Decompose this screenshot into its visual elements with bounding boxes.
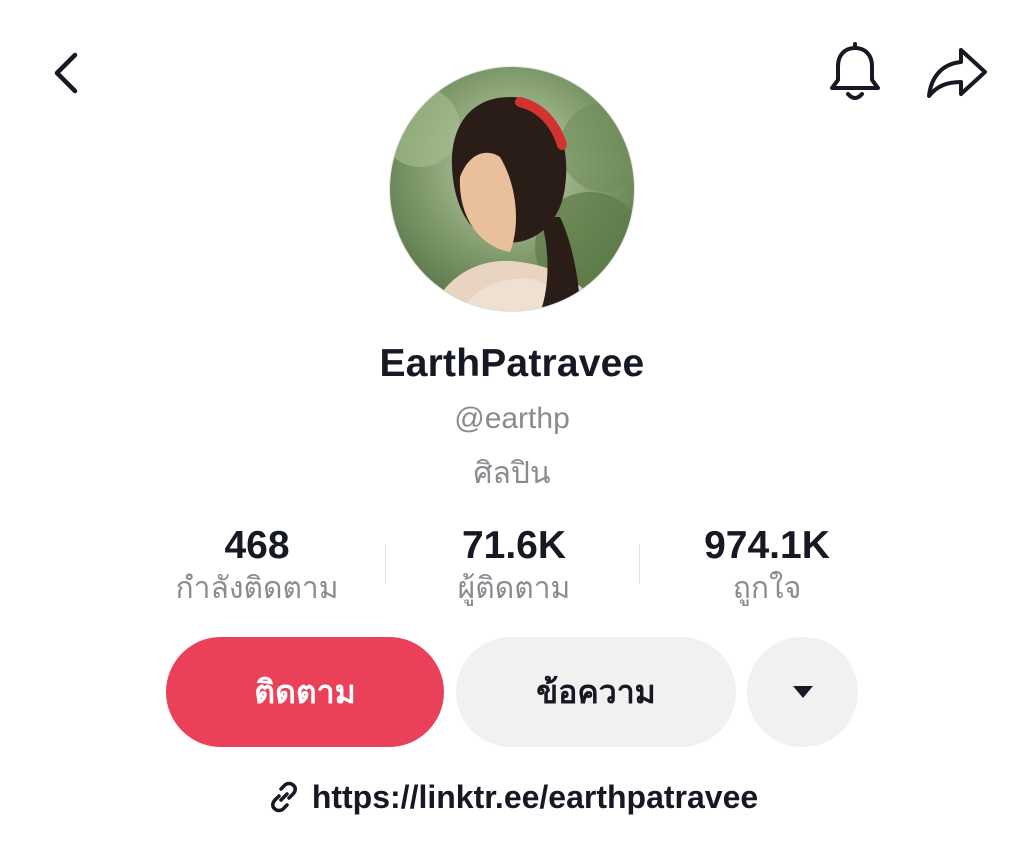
- link-icon: [270, 781, 297, 813]
- likes-count: 974.1K: [704, 524, 830, 567]
- avatar-photo: [390, 67, 634, 311]
- bio-link[interactable]: https://linktr.ee/earthpatravee: [0, 772, 1024, 822]
- likes-label: ถูกใจ: [732, 572, 802, 605]
- profile-stats: 468 กำลังติดตาม 71.6K ผู้ติดตาม 974.1K ถ…: [150, 522, 874, 612]
- stat-likes[interactable]: 974.1K ถูกใจ: [670, 522, 864, 608]
- chevron-left-icon: [54, 52, 78, 94]
- followers-count: 71.6K: [461, 524, 567, 567]
- stat-followers[interactable]: 71.6K ผู้ติดตาม: [426, 522, 602, 608]
- back-button[interactable]: [30, 38, 100, 108]
- share-arrow-icon: [927, 48, 987, 98]
- more-options-button[interactable]: [747, 637, 858, 747]
- stat-divider: [385, 544, 386, 584]
- profile-category: ศิลปิน: [473, 457, 551, 490]
- profile-avatar[interactable]: [389, 66, 635, 312]
- username-handle: @earthp: [454, 402, 570, 435]
- caret-down-icon: [792, 686, 813, 698]
- bio-link-url: https://linktr.ee/earthpatravee: [311, 778, 759, 815]
- stat-divider: [639, 544, 640, 584]
- notification-bell-button[interactable]: [820, 38, 890, 108]
- display-name: EarthPatravee: [379, 342, 645, 385]
- follow-button[interactable]: ติดตาม: [166, 637, 444, 747]
- share-button[interactable]: [922, 38, 992, 108]
- profile-screen: EarthPatravee @earthp ศิลปิน 468 กำลังติ…: [0, 0, 1024, 842]
- stat-following[interactable]: 468 กำลังติดตาม: [150, 522, 364, 608]
- bell-icon: [830, 42, 880, 100]
- followers-label: ผู้ติดตาม: [457, 572, 571, 605]
- following-label: กำลังติดตาม: [175, 572, 339, 605]
- message-button[interactable]: ข้อความ: [456, 637, 736, 747]
- following-count: 468: [224, 524, 290, 567]
